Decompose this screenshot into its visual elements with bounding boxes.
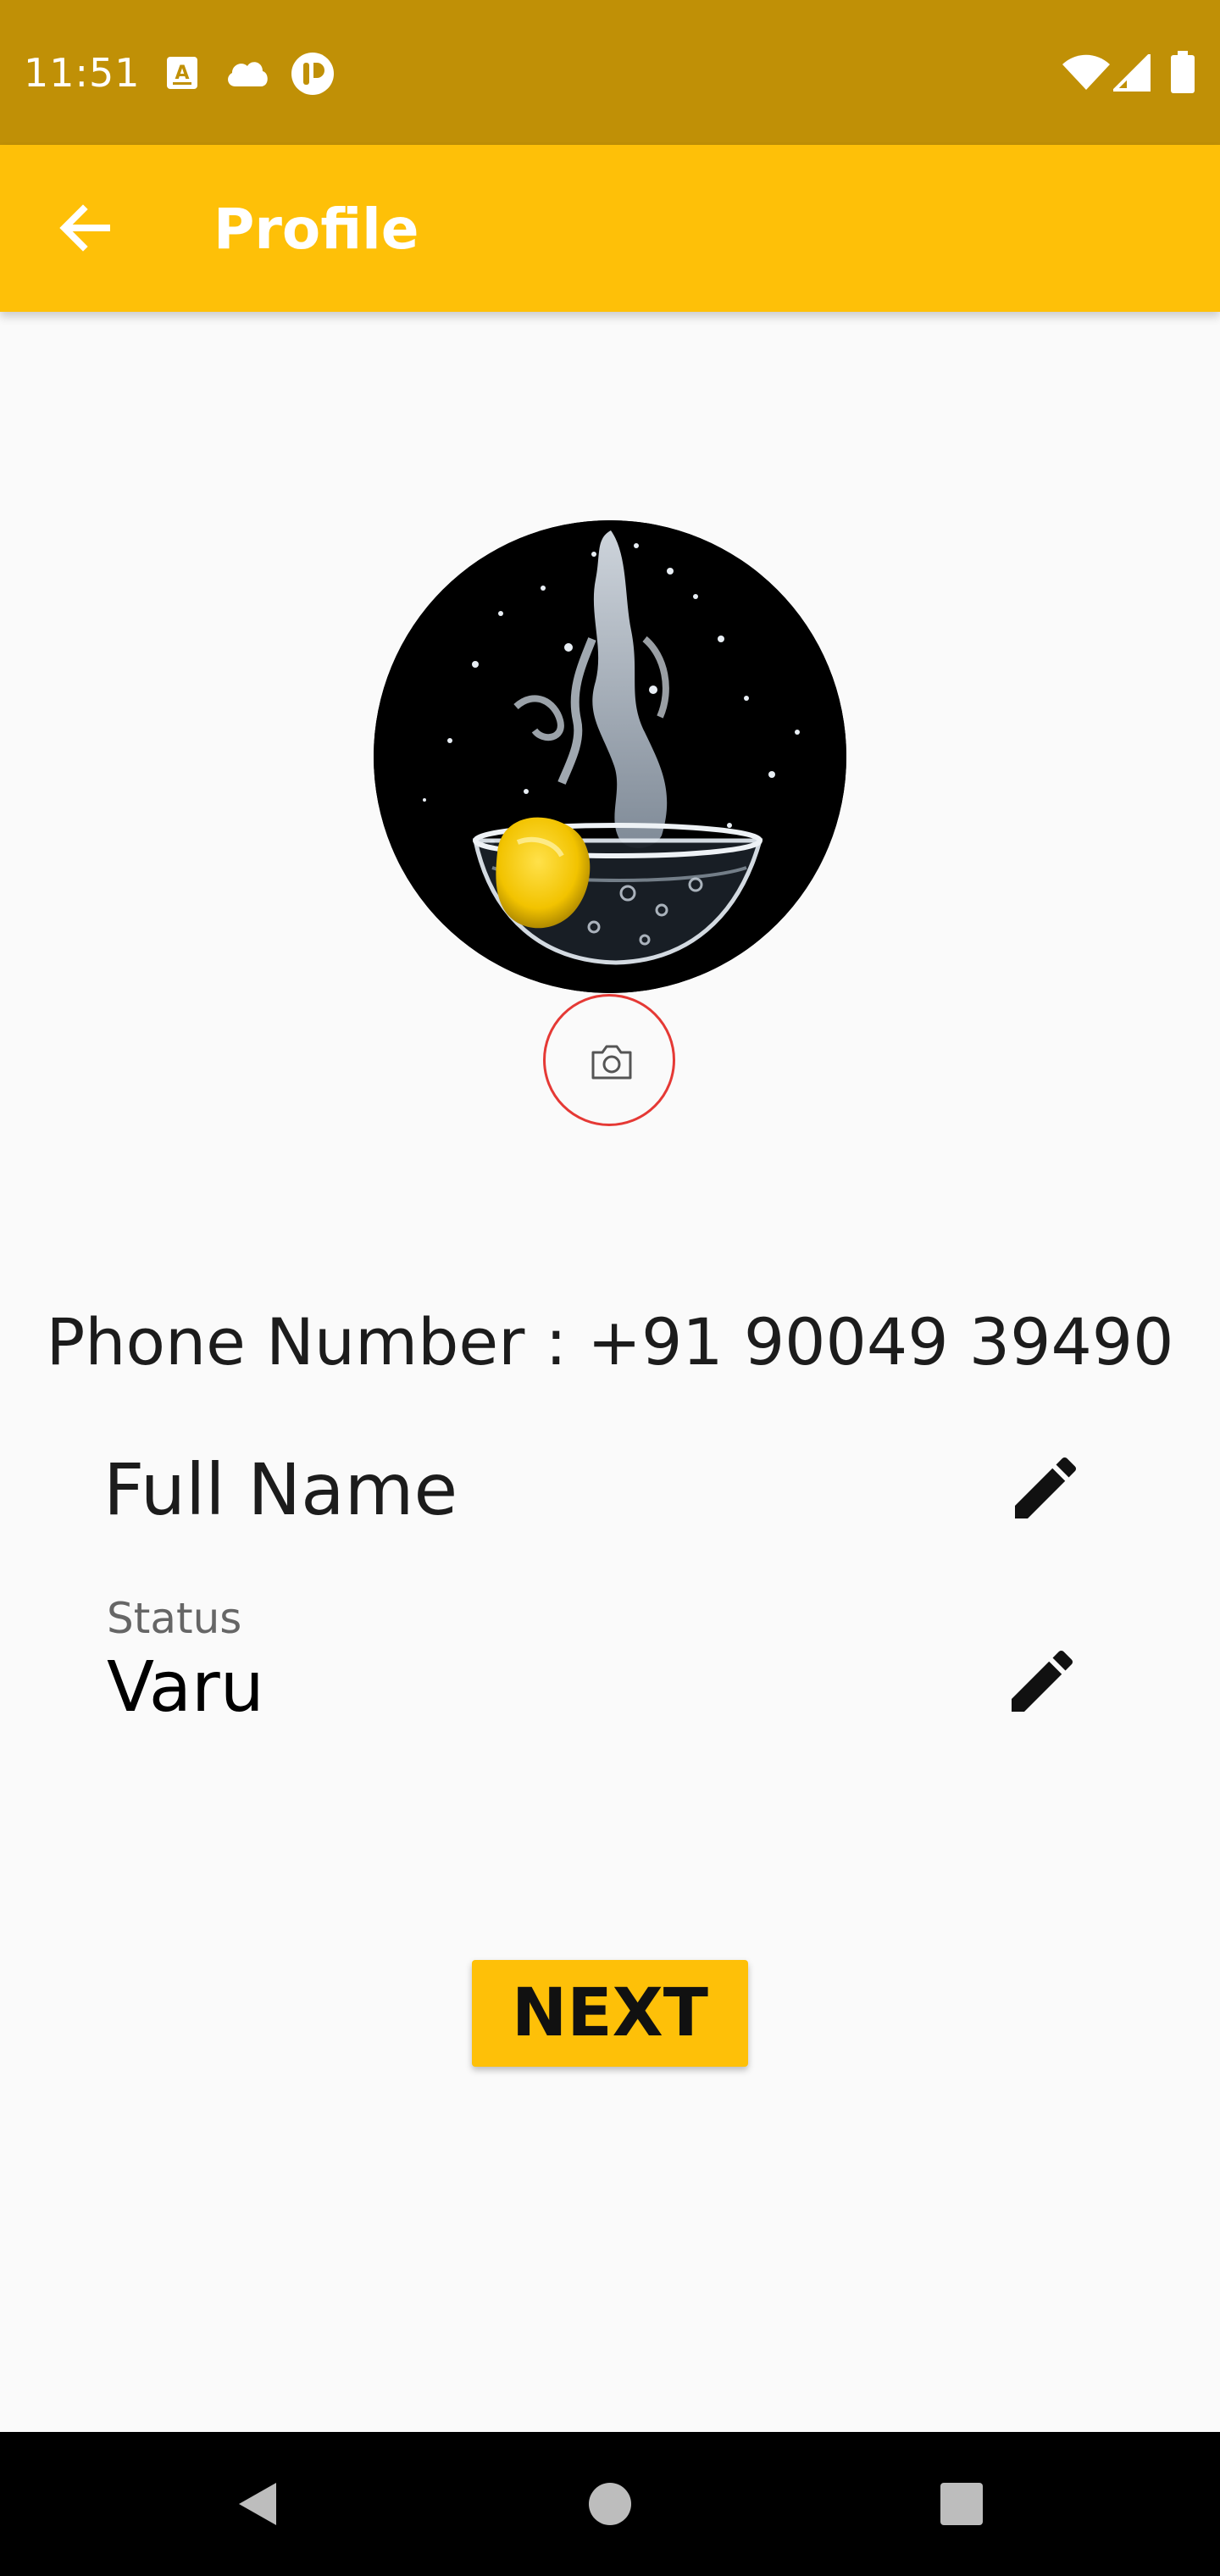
phone-number: Phone Number : +91 90049 39490 bbox=[46, 1304, 1174, 1380]
pencil-icon bbox=[1012, 1650, 1073, 1712]
status-value: Varu bbox=[107, 1647, 264, 1728]
status-bar: 11:51 A bbox=[0, 0, 1220, 145]
wifi-icon bbox=[1062, 54, 1110, 96]
nav-home-button[interactable] bbox=[572, 2466, 648, 2542]
battery-icon bbox=[1171, 51, 1195, 97]
signal-icon bbox=[1111, 52, 1151, 96]
app-notification-icon bbox=[290, 51, 336, 101]
back-button[interactable] bbox=[51, 194, 119, 262]
system-nav-bar bbox=[0, 2432, 1220, 2576]
edit-name-button[interactable] bbox=[1005, 1447, 1086, 1529]
pencil-icon bbox=[1015, 1457, 1077, 1518]
page-title: Profile bbox=[214, 197, 419, 262]
status-label: Status bbox=[107, 1594, 242, 1643]
nav-back-button[interactable] bbox=[217, 2466, 293, 2542]
change-photo-button[interactable] bbox=[543, 994, 675, 1126]
camera-icon bbox=[591, 1045, 632, 1080]
next-button[interactable]: NEXT bbox=[472, 1960, 748, 2067]
arrow-left-icon bbox=[59, 204, 110, 252]
edit-status-button[interactable] bbox=[1001, 1641, 1083, 1722]
svg-text:A: A bbox=[175, 63, 189, 84]
full-name-label: Full Name bbox=[103, 1448, 458, 1531]
home-circle-icon bbox=[589, 2483, 631, 2525]
app-bar: Profile bbox=[0, 145, 1220, 312]
cloud-icon bbox=[224, 58, 269, 92]
back-triangle-icon bbox=[239, 2483, 276, 2525]
text-badge-icon: A bbox=[166, 56, 198, 94]
profile-photo[interactable] bbox=[374, 520, 846, 993]
status-time: 11:51 bbox=[24, 50, 141, 96]
water-splash-image bbox=[374, 520, 846, 993]
nav-recents-button[interactable] bbox=[923, 2466, 1000, 2542]
recents-square-icon bbox=[940, 2483, 983, 2525]
